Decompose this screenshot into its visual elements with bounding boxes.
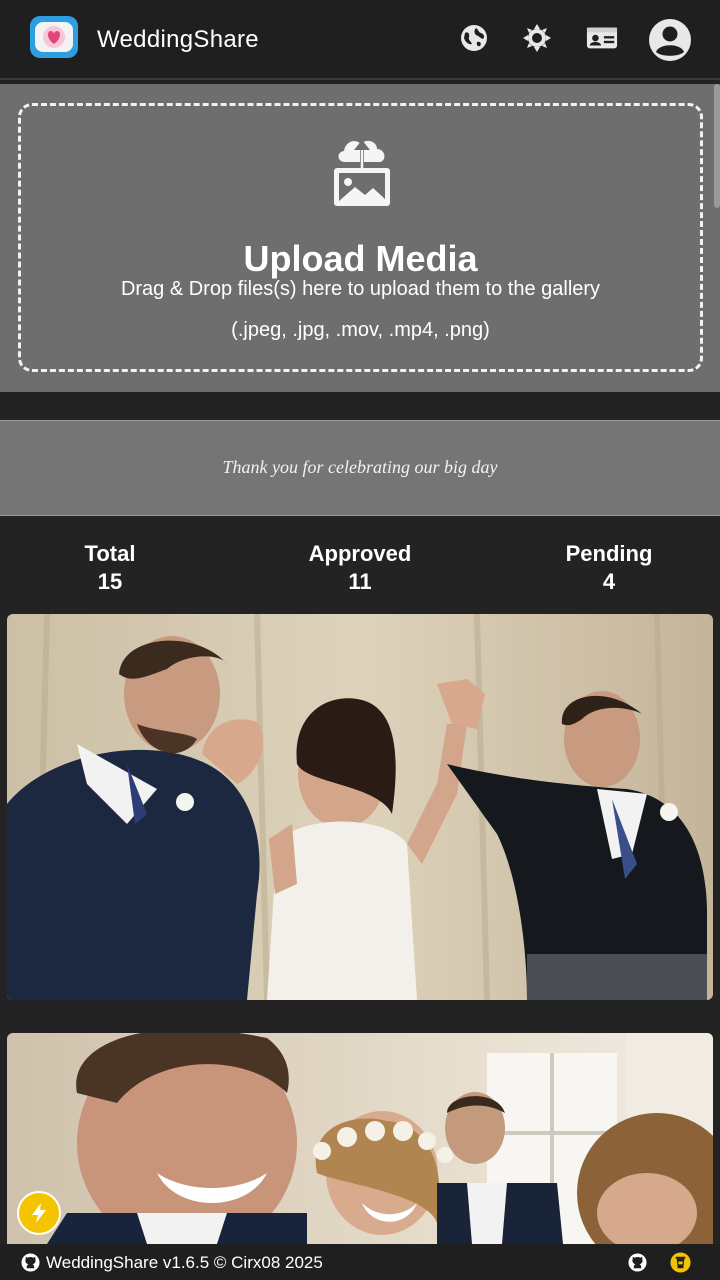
footer-bar: WeddingShare v1.6.5 © Cirx08 2025 — [0, 1244, 720, 1280]
stat-approved: Approved 11 — [280, 540, 440, 596]
stat-approved-label: Approved — [308, 541, 412, 566]
sponsor-coffee-icon[interactable] — [670, 1252, 691, 1278]
logo-heart-icon — [35, 22, 73, 52]
account-icon[interactable] — [648, 18, 692, 62]
scrollbar-thumb[interactable] — [714, 84, 720, 208]
top-navbar: WeddingShare — [0, 0, 720, 80]
upload-dropzone[interactable]: Upload Media Drag & Drop files(s) here t… — [18, 103, 703, 372]
upload-subtitle: Drag & Drop files(s) here to upload them… — [120, 278, 601, 300]
gallery-photo-1[interactable] — [7, 614, 713, 1000]
brand-title[interactable]: WeddingShare — [97, 26, 259, 54]
stat-pending-label: Pending — [565, 541, 653, 566]
app-logo[interactable] — [30, 16, 78, 58]
banner-message: Thank you for celebrating our big day — [222, 457, 498, 477]
gallery-photo-2[interactable] — [7, 1033, 713, 1244]
stat-approved-value: 11 — [348, 569, 372, 594]
lightning-icon — [32, 1203, 46, 1223]
globe-icon[interactable] — [458, 22, 490, 54]
message-banner: Thank you for celebrating our big day — [0, 420, 720, 516]
upload-section: Upload Media Drag & Drop files(s) here t… — [0, 84, 720, 392]
stat-total-label: Total — [84, 541, 136, 566]
brightness-icon[interactable] — [521, 22, 553, 54]
upload-image-icon — [331, 132, 393, 210]
stat-total: Total 15 — [30, 540, 190, 596]
lightning-button[interactable] — [17, 1191, 61, 1235]
stat-pending: Pending 4 — [529, 540, 689, 596]
github-icon[interactable] — [21, 1253, 40, 1277]
github-link-icon[interactable] — [628, 1253, 647, 1277]
upload-file-types: (.jpeg, .jpg, .mov, .mp4, .png) — [231, 319, 490, 341]
stat-total-value: 15 — [97, 569, 123, 594]
footer-text: WeddingShare v1.6.5 © Cirx08 2025 — [46, 1253, 323, 1272]
app-root: WeddingShare Upload Media Drag & Drop fi… — [0, 0, 720, 1280]
upload-title: Upload Media — [243, 238, 478, 279]
stat-pending-value: 4 — [602, 569, 616, 594]
id-card-icon[interactable] — [586, 22, 618, 54]
